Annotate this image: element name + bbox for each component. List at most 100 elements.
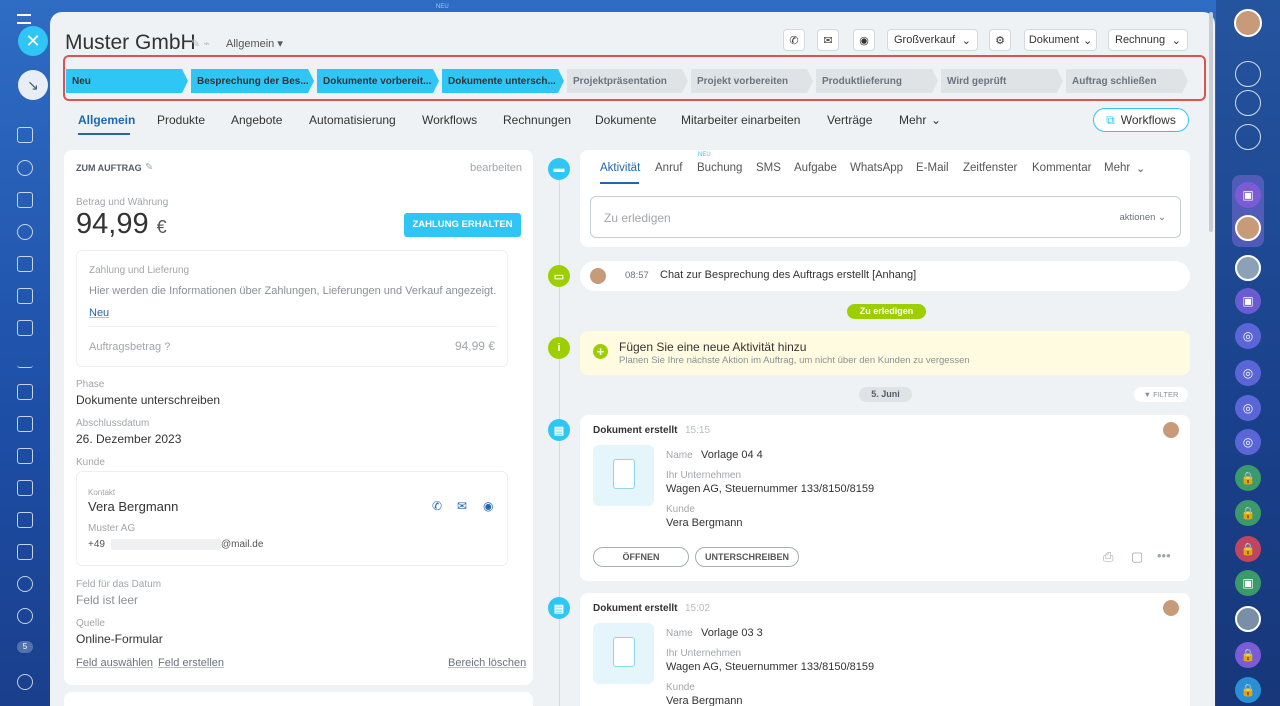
company-name[interactable]: Muster AG [88,523,135,534]
tab-verträge[interactable]: Verträge [827,113,872,127]
edit-link[interactable]: bearbeiten [470,162,522,174]
target-icon[interactable] [1235,90,1261,116]
chat-avatar-icon[interactable]: ▣ [1235,182,1261,208]
tab-mehr[interactable]: Mehr [899,113,926,127]
contact-name[interactable]: Vera Bergmann [88,499,178,514]
help-icon[interactable]: ? [164,341,170,353]
lock-icon[interactable]: 🔒 [1235,500,1261,526]
email-address[interactable]: @mail.de [221,539,263,550]
tab-allgemein[interactable]: Allgemein [78,113,135,127]
cart-icon[interactable] [17,384,33,400]
document-icon[interactable] [17,256,33,272]
lock-icon[interactable]: 🔒 [1235,465,1261,491]
invoice-button[interactable]: Rechnung ⌄ [1108,29,1188,51]
stage-3[interactable]: Dokumente vorbereit... [317,69,439,93]
chat-avatar-icon[interactable]: ▣ [1235,288,1261,314]
editor-tab-mehr[interactable]: Mehr [1104,162,1130,174]
stage-4[interactable]: Dokumente untersch... [442,69,564,93]
tasks-icon[interactable] [17,127,33,143]
sign-button[interactable]: UNTERSCHREIBEN [695,547,799,567]
print-icon[interactable]: ⎙ [1103,549,1113,565]
tag-icon[interactable] [17,512,33,528]
scrollbar[interactable] [1209,12,1213,232]
editor-tab-anruf[interactable]: Anruf [655,162,683,174]
lock-icon[interactable]: 🔒 [1235,677,1261,703]
editor-tab-buchung[interactable]: Buchung [697,162,742,174]
stage-7[interactable]: Produktlieferung [816,69,938,93]
editor-tab-aktivität[interactable]: Aktivität [600,162,640,174]
edit-pencil-icon[interactable]: ✎ ⌁ [191,37,210,50]
chart-icon[interactable] [17,352,33,368]
category-select[interactable]: Allgemein ▾ [226,37,283,50]
contact-chat-icon[interactable]: ◉ [483,499,493,513]
mail-button[interactable]: ✉ [817,29,839,51]
tab-mitarbeiter-einarbeiten[interactable]: Mitarbeiter einarbeiten [681,113,800,127]
collapse-arrow-icon[interactable]: ↘ [18,70,48,100]
sale-type-select[interactable]: Großverkauf ⌄ [887,29,978,51]
monitor-icon[interactable] [17,320,33,336]
tab-automatisierung[interactable]: Automatisierung [309,113,396,127]
document-button[interactable]: Dokument ⌄ [1024,29,1097,51]
stage-8[interactable]: Wird geprüft [941,69,1063,93]
close-icon[interactable]: ✕ [18,26,48,56]
contact-mail-icon[interactable]: ✉ [457,499,467,513]
contacts-icon[interactable] [17,224,33,240]
robot-icon[interactable] [17,576,33,592]
document-preview-icon[interactable] [593,445,654,506]
stage-6[interactable]: Projekt vorbereiten [691,69,813,93]
editor-tab-aufgabe[interactable]: Aufgabe [794,162,837,174]
note-icon[interactable]: ▢ [1131,549,1143,565]
phone-number[interactable]: +49 [88,539,105,550]
stage-9[interactable]: Auftrag schließen [1066,69,1188,93]
filter-icon[interactable] [17,416,33,432]
payment-new-link[interactable]: Neu [89,307,109,319]
edit-document-icon[interactable] [17,448,33,464]
stage-5[interactable]: Projektpräsentation [567,69,688,93]
actions-dropdown[interactable]: aktionen ⌄ [1119,212,1166,223]
lock-icon[interactable]: 🔒 [1235,536,1261,562]
chat-icon[interactable] [17,160,33,176]
chat-avatar[interactable] [1235,255,1261,281]
tab-rechnungen[interactable]: Rechnungen [503,113,571,127]
receive-payment-button[interactable]: ZAHLUNG ERHALTEN [404,213,521,237]
page-title[interactable]: Muster GmbH [65,31,196,55]
contact-phone-icon[interactable]: ✆ [432,499,442,513]
open-button[interactable]: ÖFFNEN [593,547,689,567]
document-preview-icon[interactable] [593,623,654,684]
id-card-icon[interactable] [17,480,33,496]
settings-button[interactable]: ⚙ [989,29,1011,51]
editor-tab-sms[interactable]: SMS [756,162,781,174]
more-icon[interactable]: ••• [1157,548,1171,563]
select-field-link[interactable]: Feld auswählen [76,657,153,669]
filter-button[interactable]: ▼ FILTER [1134,387,1188,402]
chat-text[interactable]: Chat zur Besprechung des Auftrags erstel… [660,269,916,281]
plus-icon[interactable]: + [593,344,608,359]
menu-icon[interactable] [17,14,31,24]
target-icon[interactable] [17,608,33,624]
tab-produkte[interactable]: Produkte [157,113,205,127]
checklist-icon[interactable] [17,192,33,208]
settings-gear-icon[interactable] [17,674,33,690]
tab-workflows[interactable]: Workflows [422,113,477,127]
chat-avatar-icon[interactable]: ◎ [1235,429,1261,455]
section-pencil-icon[interactable]: ✎ [145,162,153,173]
create-field-link[interactable]: Feld erstellen [158,657,224,669]
editor-tab-zeitfenster[interactable]: Zeitfenster [963,162,1017,174]
stage-1[interactable]: Neu [66,69,188,93]
lock-icon[interactable]: 🔒 [1235,642,1261,668]
call-button[interactable]: ✆ [783,29,805,51]
delete-section-link[interactable]: Bereich löschen [448,657,526,669]
chat-button[interactable]: ◉ [853,29,875,51]
chat-avatar-icon[interactable]: ▣ [1235,570,1261,596]
stage-2[interactable]: Besprechung der Bes... [191,69,314,93]
chat-bubble-icon[interactable] [1235,124,1261,150]
todo-input[interactable]: Zu erledigen aktionen ⌄ [590,196,1181,238]
bell-icon[interactable] [1235,61,1261,87]
tab-angebote[interactable]: Angebote [231,113,282,127]
chat-avatar[interactable] [1235,606,1261,632]
chat-avatar-icon[interactable]: ◎ [1235,360,1261,386]
editor-tab-kommentar[interactable]: Kommentar [1032,162,1091,174]
calendar-icon[interactable] [17,544,33,560]
editor-tab-e-mail[interactable]: E-Mail [916,162,949,174]
card-icon[interactable] [17,288,33,304]
